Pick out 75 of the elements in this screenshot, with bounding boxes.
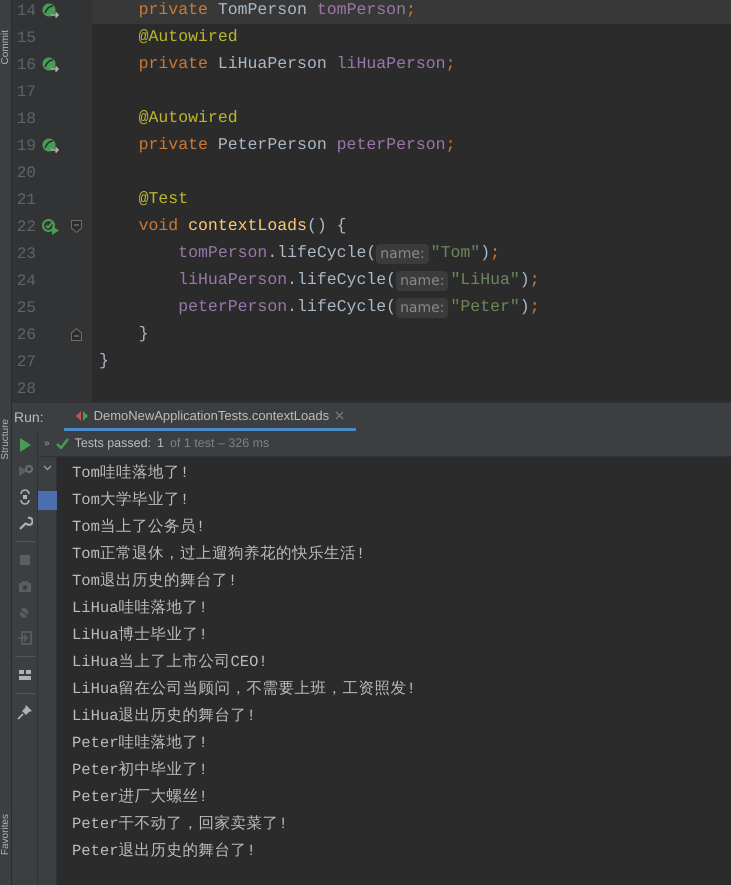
code-token: tomPerson [316, 0, 406, 22]
run-test-icon[interactable] [42, 218, 60, 234]
code-token: ; [446, 134, 456, 156]
tool-window-tab[interactable]: Structure [0, 418, 12, 460]
code-token: .lifeCycle( [287, 296, 396, 318]
code-token: liHuaPerson [336, 53, 446, 76]
code-token: private [138, 0, 209, 22]
code-token: TomPerson [218, 0, 308, 22]
console-line: Tom退出历史的舞台了! [72, 571, 238, 592]
code-token: private [138, 53, 209, 76]
check-icon [56, 438, 69, 449]
code-token: ; [530, 269, 540, 292]
code-token: ; [490, 242, 500, 264]
console-line: LiHua退出历史的舞台了! [72, 706, 257, 727]
layout-icon[interactable] [16, 667, 32, 683]
code-token: ) [520, 269, 530, 292]
bean-icon[interactable] [42, 138, 60, 154]
fold-icon[interactable] [70, 220, 82, 233]
wrench-icon[interactable] [16, 515, 32, 531]
code-token: ; [530, 296, 540, 318]
code-token: "Peter" [450, 296, 520, 318]
console-line: LiHua博士毕业了! [72, 625, 209, 646]
code-token: } [99, 350, 109, 372]
code-token: tomPerson [177, 242, 268, 264]
selected-tree-node[interactable] [38, 491, 56, 510]
console-line: LiHua当上了上市公司CEO! [72, 652, 269, 673]
console-line: Tom当上了公务员! [72, 517, 206, 538]
fold-icon[interactable] [70, 328, 82, 341]
code-token: @Autowired [138, 26, 238, 48]
close-icon[interactable] [335, 411, 344, 420]
code-token: ; [406, 0, 416, 22]
bean-icon[interactable] [42, 2, 60, 18]
code-token: "LiHua" [450, 269, 520, 292]
tests-passed-detail: of 1 test – 326 ms [170, 435, 270, 452]
parameter-hint: name: [376, 244, 429, 264]
tests-passed-label: Tests passed: [74, 435, 151, 452]
console-line: LiHua哇哇落地了! [72, 598, 209, 619]
console-line: Tom正常退休，过上遛狗养花的快乐生活! [72, 544, 366, 565]
run-tab-label: DemoNewApplicationTests.contextLoads [94, 406, 330, 425]
code-token: peterPerson [177, 296, 288, 318]
console-line: Peter干不动了，回家卖菜了! [72, 814, 289, 835]
code-token: ) [480, 242, 490, 264]
code-token: @Autowired [138, 107, 238, 130]
tests-passed-count: 1 [157, 435, 164, 452]
chevron-down-icon[interactable] [42, 465, 52, 471]
console-line: Peter初中毕业了! [72, 760, 209, 781]
code-token: void [138, 215, 180, 238]
code-token: ) [520, 296, 530, 318]
code-token: PeterPerson [218, 134, 328, 156]
test-run-icon [76, 410, 88, 420]
code-token: ; [446, 53, 456, 76]
code-token: peterPerson [336, 134, 446, 156]
console-line: Peter哇哇落地了! [72, 733, 209, 754]
run-panel-title: Run: [14, 408, 44, 426]
code-token: .lifeCycle( [267, 242, 376, 264]
console-line: Peter退出历史的舞台了! [72, 841, 257, 862]
expand-icon[interactable]: » [44, 436, 50, 451]
code-token: } [138, 323, 149, 346]
bean-icon[interactable] [42, 56, 60, 72]
code-token: @Test [138, 188, 188, 210]
console-line: Peter进厂大螺丝! [72, 787, 209, 808]
code-token: "Tom" [430, 242, 480, 264]
code-token: liHuaPerson [177, 269, 288, 292]
rerun-failed-icon[interactable] [16, 463, 32, 479]
code-token: contextLoads [188, 215, 307, 238]
pin-icon[interactable] [16, 704, 32, 720]
console-line: Tom哇哇落地了! [72, 463, 190, 484]
code-token: .lifeCycle( [287, 269, 396, 292]
console-line: Tom大学毕业了! [72, 490, 190, 511]
code-token: private [138, 134, 209, 156]
parameter-hint: name: [396, 298, 448, 318]
parameter-hint: name: [396, 270, 448, 290]
console-line: LiHua留在公司当顾问，不需要上班，工资照发! [72, 679, 417, 700]
code-token: () { [306, 215, 347, 238]
code-token: LiHuaPerson [218, 53, 328, 76]
